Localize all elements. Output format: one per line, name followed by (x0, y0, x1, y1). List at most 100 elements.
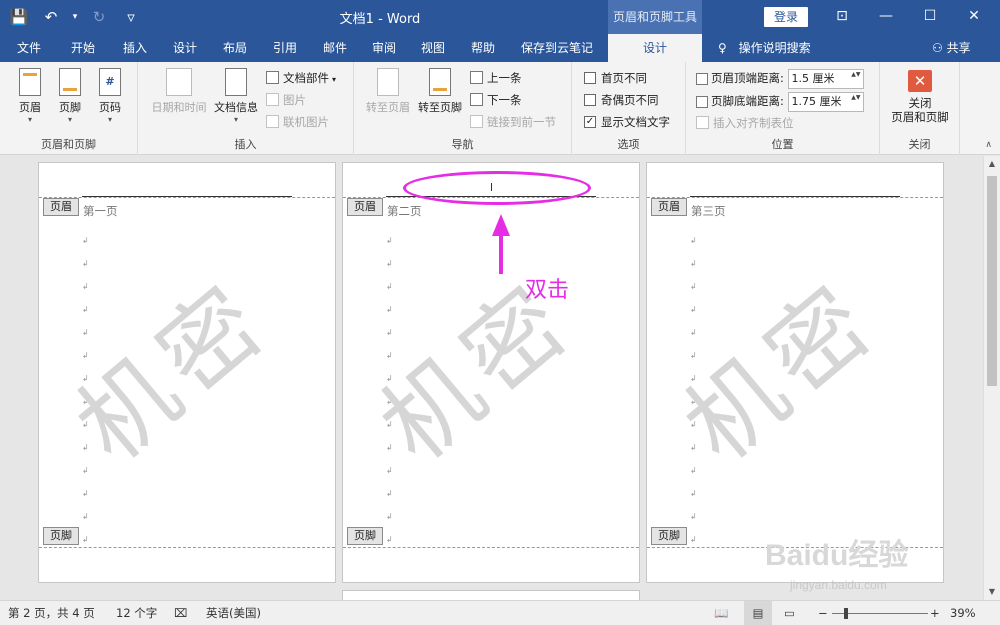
context-tools-label: 页眉和页脚工具 (608, 0, 702, 34)
document-info-button[interactable]: 文档信息 ▾ (210, 68, 262, 125)
group-position: 页眉顶端距离: 1.5 厘米 ▲▼ 页脚底端距离: 1.75 厘米 ▲▼ 插入对齐制… (686, 62, 880, 155)
share-label: 共享 (946, 41, 971, 55)
collapse-ribbon-icon[interactable]: ∧ (985, 140, 992, 150)
previous-button[interactable]: 上一条 (470, 68, 522, 88)
minimize-icon[interactable]: — (864, 0, 908, 34)
close-header-footer-button[interactable]: ✕ 关闭 页眉和页脚 (885, 70, 955, 124)
different-first-page-checkbox[interactable]: 首页不同 (584, 68, 647, 88)
zoom-out-button[interactable]: − (818, 601, 828, 625)
paragraph-mark: ↲ (386, 236, 393, 245)
spinner-arrows-icon[interactable]: ▲▼ (851, 93, 860, 102)
page-2[interactable]: 页眉 第二页 ↲ ↲ ↲ ↲ ↲ ↲ ↲ ↲ ↲ ↲ ↲ ↲ ↲ ↲ 机密 页脚 (342, 162, 640, 583)
page-1[interactable]: 页眉 第一页 ↲ ↲ ↲ ↲ ↲ ↲ ↲ ↲ ↲ ↲ ↲ ↲ ↲ ↲ 机密 页脚 (38, 162, 336, 583)
arrow-up-icon (492, 214, 510, 236)
different-odd-even-label: 奇偶页不同 (601, 93, 659, 107)
link-to-previous-button[interactable]: 链接到前一节 (470, 112, 556, 132)
scroll-down-icon[interactable]: ▼ (984, 584, 1000, 600)
show-document-text-checkbox[interactable]: ✓ 显示文档文字 (584, 112, 670, 132)
group-label: 导航 (451, 138, 474, 151)
tab-header-footer-design[interactable]: 设计 (608, 34, 702, 62)
picture-button[interactable]: 图片 (266, 90, 306, 110)
undo-dropdown-icon[interactable]: ▾ (70, 4, 80, 30)
quick-parts-button[interactable]: 文档部件 ▾ (266, 68, 336, 88)
maximize-icon[interactable]: ☐ (908, 0, 952, 34)
spinner-arrows-icon[interactable]: ▲▼ (851, 70, 860, 79)
paragraph-mark: ↲ (690, 489, 697, 498)
undo-icon[interactable]: ↶ (38, 4, 64, 30)
web-layout-icon[interactable]: ▭ (784, 601, 795, 625)
tab-design[interactable]: 设计 (162, 34, 208, 62)
tab-references[interactable]: 引用 (262, 34, 308, 62)
ribbon-display-icon[interactable]: ⊡ (820, 0, 864, 34)
picture-label: 图片 (283, 93, 306, 107)
tab-view[interactable]: 视图 (410, 34, 456, 62)
scroll-up-icon[interactable]: ▲ (984, 156, 1000, 172)
chevron-down-icon: ▾ (67, 115, 72, 124)
tab-help[interactable]: 帮助 (460, 34, 506, 62)
page-text[interactable]: 第二页 (387, 203, 422, 219)
print-layout-icon[interactable]: ▤ (744, 601, 772, 625)
tell-me-search[interactable]: ♀ 操作说明搜索 (718, 34, 811, 62)
zoom-slider[interactable] (832, 608, 928, 619)
baidu-watermark-logo: Baidu经验 (765, 539, 909, 572)
page-count[interactable]: 第 2 页，共 4 页 (8, 601, 95, 625)
tab-review[interactable]: 审阅 (361, 34, 407, 62)
paragraph-mark: ↲ (386, 305, 393, 314)
close-icon[interactable]: ✕ (952, 0, 996, 34)
next-icon (470, 93, 483, 106)
goto-footer-button[interactable]: 转至页脚 (414, 68, 466, 115)
tab-insert[interactable]: 插入 (112, 34, 158, 62)
page-4[interactable] (342, 590, 640, 600)
vertical-scrollbar[interactable]: ▲ ▼ (983, 156, 1000, 600)
paragraph-mark: ↲ (386, 443, 393, 452)
tab-mailings[interactable]: 邮件 (312, 34, 358, 62)
online-picture-label: 联机图片 (283, 115, 329, 129)
previous-label: 上一条 (487, 71, 522, 85)
paragraph-mark: ↲ (386, 259, 393, 268)
tab-file[interactable]: 文件 (6, 34, 52, 62)
online-picture-button[interactable]: 联机图片 (266, 112, 329, 132)
read-mode-icon[interactable]: 📖 (714, 601, 728, 625)
proofing-icon[interactable]: ⌧ (174, 601, 187, 625)
footer-bottom-spinner[interactable]: 1.75 厘米 ▲▼ (787, 91, 864, 112)
title-bar: 💾 ↶ ▾ ↻ ▿ 文档1 - Word 页眉和页脚工具 登录 ⊡ — ☐ ✕ (0, 0, 1000, 34)
footer-button[interactable]: 页脚 ▾ (50, 68, 90, 125)
calendar-icon (166, 68, 192, 96)
scroll-thumb[interactable] (987, 176, 997, 386)
header-top-spinner[interactable]: 1.5 厘米 ▲▼ (787, 68, 864, 89)
zoom-in-button[interactable]: + (930, 601, 940, 625)
footer-bottom-distance-row: 页脚底端距离: 1.75 厘米 ▲▼ (696, 90, 864, 112)
tab-save-to-cloud-notes[interactable]: 保存到云笔记 (514, 34, 600, 62)
footer-bottom-value: 1.75 厘米 (791, 94, 842, 108)
page-3[interactable]: 页眉 第三页 ↲ ↲ ↲ ↲ ↲ ↲ ↲ ↲ ↲ ↲ ↲ ↲ ↲ ↲ 机密 页脚 (646, 162, 944, 583)
page-text[interactable]: 第一页 (83, 203, 118, 219)
login-button[interactable]: 登录 (764, 7, 808, 27)
header-button[interactable]: 页眉 ▾ (10, 68, 50, 125)
next-button[interactable]: 下一条 (470, 90, 522, 110)
paragraph-mark: ↲ (690, 236, 697, 245)
language[interactable]: 英语(美国) (206, 601, 261, 625)
header-boundary (647, 197, 943, 198)
paragraph-mark: ↲ (690, 282, 697, 291)
tab-layout[interactable]: 布局 (212, 34, 258, 62)
page-number-label: 页码 (99, 101, 121, 114)
close-button-line1: 关闭 (908, 96, 932, 110)
customize-qat-icon[interactable]: ▿ (118, 4, 144, 30)
goto-footer-icon (429, 68, 451, 96)
page-number-button[interactable]: # 页码 ▾ (90, 68, 130, 125)
share-button[interactable]: ⚇ 共享 (932, 34, 971, 62)
tab-home[interactable]: 开始 (60, 34, 106, 62)
page-text[interactable]: 第三页 (691, 203, 726, 219)
insert-alignment-tab-button[interactable]: 插入对齐制表位 (696, 113, 794, 133)
date-time-button[interactable]: 日期和时间 (146, 68, 212, 115)
word-count[interactable]: 12 个字 (116, 601, 157, 625)
save-icon[interactable]: 💾 (6, 4, 32, 30)
group-label: 选项 (617, 138, 640, 151)
header-position-icon (696, 72, 708, 85)
annotation-label: 双击 (525, 278, 570, 303)
different-odd-even-checkbox[interactable]: 奇偶页不同 (584, 90, 659, 110)
zoom-level[interactable]: 39% (950, 601, 976, 625)
group-header-footer: 页眉 ▾ 页脚 ▾ # 页码 ▾ 页眉和页脚 (0, 62, 138, 155)
zoom-slider-knob[interactable] (844, 608, 848, 619)
goto-header-button[interactable]: 转至页眉 (362, 68, 414, 115)
